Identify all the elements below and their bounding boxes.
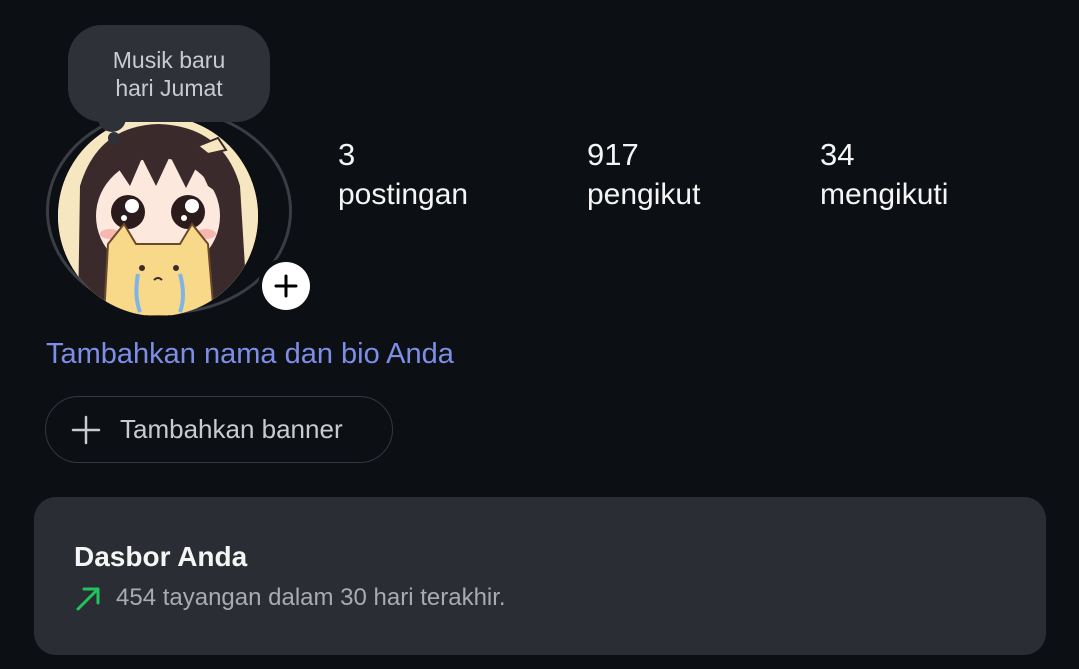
- add-banner-button[interactable]: Tambahkan banner: [45, 396, 393, 463]
- stat-following-label: mengikuti: [820, 178, 949, 211]
- profile-avatar[interactable]: [46, 108, 314, 316]
- trending-up-arrow-icon: [76, 587, 100, 611]
- dashboard-summary: 454 tayangan dalam 30 hari terakhir.: [116, 584, 506, 611]
- dashboard-title: Dasbor Anda: [74, 541, 248, 572]
- note-line-2: hari Jumat: [115, 74, 223, 101]
- add-name-bio-link[interactable]: Tambahkan nama dan bio Anda: [46, 336, 454, 372]
- stat-following[interactable]: 34 mengikuti: [820, 136, 948, 216]
- stat-posts-count: 3: [338, 137, 356, 172]
- stat-followers[interactable]: 917 pengikut: [587, 136, 700, 216]
- stat-posts[interactable]: 3 postingan: [338, 136, 468, 216]
- avatar-image: [58, 116, 258, 316]
- add-banner-label: Tambahkan banner: [120, 414, 343, 444]
- add-story-button[interactable]: [258, 258, 314, 314]
- plus-icon: [274, 274, 298, 298]
- stat-posts-label: postingan: [338, 178, 469, 211]
- profile-header: Musik baru hari Jumat 3 postingan 917 pe…: [0, 0, 1079, 669]
- stat-followers-count: 917: [587, 137, 639, 172]
- dashboard-card[interactable]: Dasbor Anda 454 tayangan dalam 30 hari t…: [34, 497, 1046, 655]
- anime-girl-illustration: [58, 116, 258, 316]
- profile-note-bubble[interactable]: Musik baru hari Jumat: [68, 25, 270, 122]
- stat-followers-label: pengikut: [587, 178, 701, 211]
- note-line-1: Musik baru: [112, 46, 226, 73]
- stat-following-count: 34: [820, 137, 855, 172]
- plus-icon: [70, 414, 102, 446]
